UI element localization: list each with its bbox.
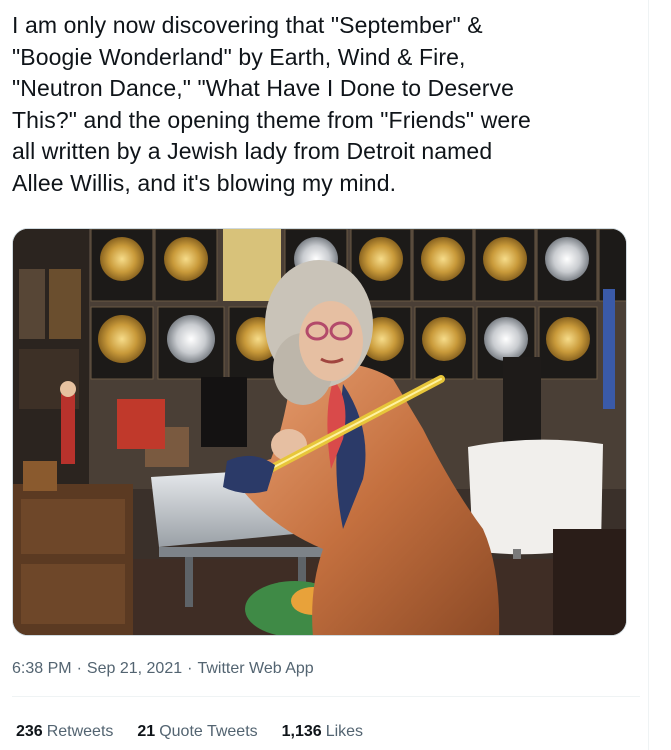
likes-label: Likes (325, 723, 364, 740)
tweet-time[interactable]: 6:38 PM (12, 660, 72, 677)
tweet-source[interactable]: Twitter Web App (197, 660, 313, 677)
retweets-stat[interactable]: 236 Retweets (16, 722, 113, 742)
divider (12, 696, 640, 697)
quote-tweets-count: 21 (137, 723, 156, 740)
photo-allee-willis (13, 229, 626, 635)
retweets-count: 236 (16, 723, 43, 740)
tweet-stats: 236 Retweets 21 Quote Tweets 1,136 Likes (16, 722, 363, 742)
quote-tweets-label: Quote Tweets (159, 723, 258, 740)
likes-count: 1,136 (281, 723, 322, 740)
column-border (648, 0, 649, 750)
tweet-text: I am only now discovering that "Septembe… (12, 12, 531, 196)
tweet-date[interactable]: Sep 21, 2021 (87, 660, 182, 677)
tweet: I am only now discovering that "Septembe… (0, 0, 648, 750)
meta-separator: · (76, 660, 82, 677)
quote-tweets-stat[interactable]: 21 Quote Tweets (137, 722, 257, 742)
tweet-photo[interactable] (12, 228, 627, 636)
tweet-metadata: 6:38 PM · Sep 21, 2021 · Twitter Web App (12, 659, 314, 679)
retweets-label: Retweets (46, 723, 114, 740)
meta-separator: · (187, 660, 193, 677)
likes-stat[interactable]: 1,136 Likes (282, 722, 363, 742)
